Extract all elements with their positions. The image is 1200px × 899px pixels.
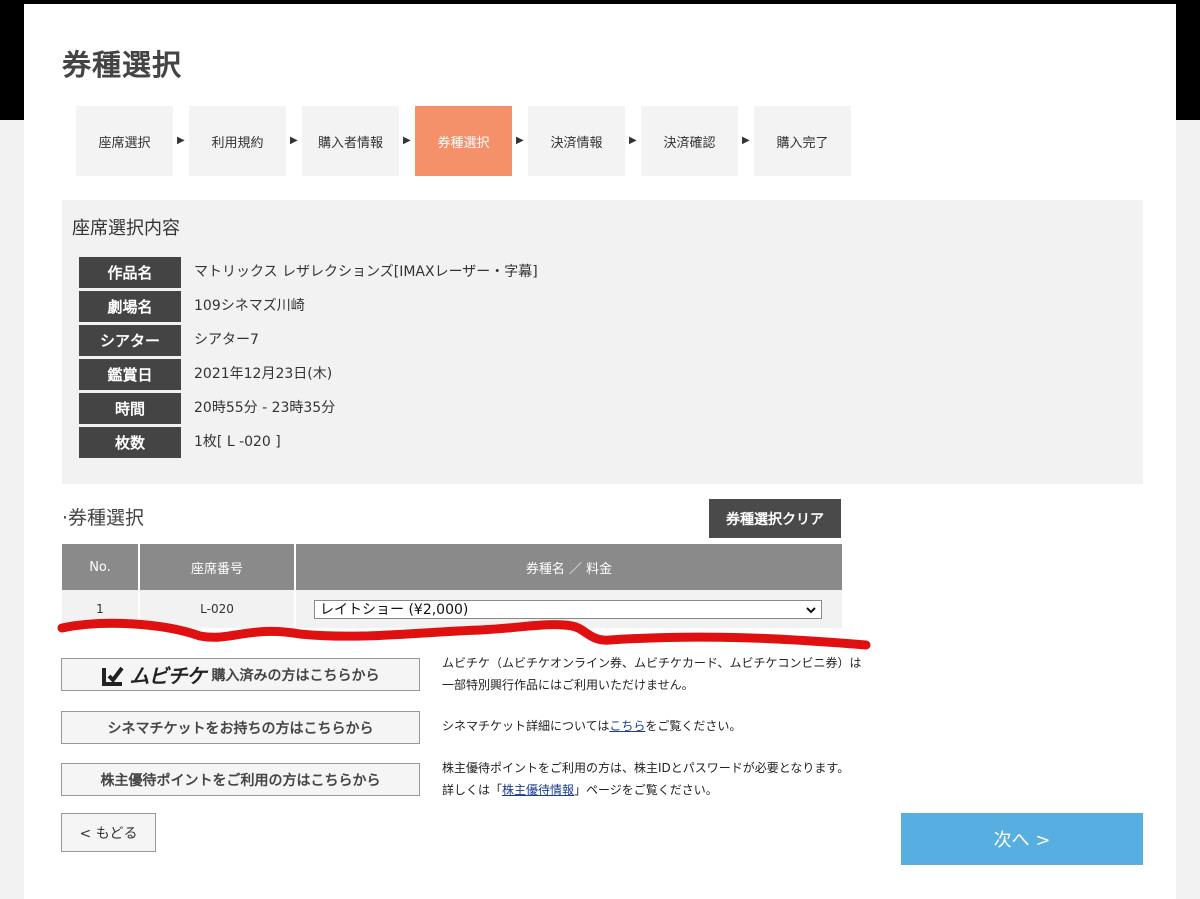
header-no: No. — [89, 559, 111, 575]
step-purchaser-info: 購入者情報 — [302, 106, 399, 176]
shareholder-note: 株主優待ポイントをご利用の方は、株主IDとパスワードが必要となります。 詳しくは… — [442, 761, 850, 797]
summary-label: 時間 — [79, 393, 181, 424]
progress-steps: 座席選択 ▶ 利用規約 ▶ 購入者情報 ▶ 券種選択 ▶ 決済情報 ▶ 決済確認… — [76, 106, 856, 176]
step-arrow-icon: ▶ — [629, 135, 637, 146]
row-seat: L-020 — [200, 602, 234, 616]
next-button[interactable]: 次へ > — [901, 813, 1143, 865]
chevron-down-icon — [805, 601, 817, 626]
step-payment-confirm: 決済確認 — [641, 106, 738, 176]
summary-value: 2021年12月23日(木) — [194, 366, 333, 382]
shareholder-info-link[interactable]: 株主優待情報 — [502, 783, 574, 797]
summary-value: 109シネマズ川崎 — [194, 298, 305, 314]
summary-label: シアター — [79, 325, 181, 356]
step-arrow-icon: ▶ — [177, 135, 185, 146]
seat-selection-summary: 座席選択内容 作品名 マトリックス レザレクションズ[IMAXレーザー・字幕] … — [62, 200, 1143, 484]
cinema-ticket-note: シネマチケット詳細についてはこちらをご覧ください。 — [442, 719, 742, 733]
summary-label: 作品名 — [79, 257, 181, 288]
summary-value: 1枚[ L -020 ] — [194, 434, 281, 450]
ticket-table-header: No. 座席番号 券種名 ／ 料金 — [62, 544, 842, 590]
summary-label: 劇場名 — [79, 291, 181, 322]
step-arrow-icon: ▶ — [516, 135, 524, 146]
table-row: 1 L-020 レイトショー (¥2,000) — [62, 590, 842, 628]
ticket-type-select[interactable]: レイトショー (¥2,000) — [314, 600, 822, 619]
step-arrow-icon: ▶ — [403, 135, 411, 146]
step-terms: 利用規約 — [189, 106, 286, 176]
step-arrow-icon: ▶ — [290, 135, 298, 146]
summary-label: 鑑賞日 — [79, 359, 181, 390]
step-ticket-type: 券種選択 — [415, 106, 512, 176]
page-title: 券種選択 — [62, 48, 183, 82]
cinema-ticket-button[interactable]: シネマチケットをお持ちの方はこちらから — [61, 711, 420, 744]
ticket-section-title: ·券種選択 — [62, 507, 145, 529]
step-arrow-icon: ▶ — [742, 135, 750, 146]
mubichike-note: ムビチケ（ムビチケオンライン券、ムビチケカード、ムビチケコンビニ券）は 一部特別… — [442, 656, 862, 692]
header-ticket-type: 券種名 ／ 料金 — [525, 561, 613, 577]
summary-value: マトリックス レザレクションズ[IMAXレーザー・字幕] — [194, 264, 538, 280]
step-seat-selection: 座席選択 — [76, 106, 173, 176]
mubichike-purchased-button[interactable]: ムビチケ 購入済みの方はこちらから — [61, 658, 420, 691]
step-payment-info: 決済情報 — [528, 106, 625, 176]
summary-value: 20時55分 - 23時35分 — [194, 400, 336, 416]
clear-ticket-selection-button[interactable]: 券種選択クリア — [709, 499, 841, 538]
summary-row-date: 鑑賞日 2021年12月23日(木) — [79, 359, 1079, 390]
summary-title: 座席選択内容 — [72, 218, 180, 239]
header-seat: 座席番号 — [190, 561, 243, 577]
summary-label: 枚数 — [79, 427, 181, 458]
row-no: 1 — [96, 602, 104, 616]
summary-row-time: 時間 20時55分 - 23時35分 — [79, 393, 1079, 424]
summary-row-title: 作品名 マトリックス レザレクションズ[IMAXレーザー・字幕] — [79, 257, 1079, 288]
ticket-type-selected-value: レイトショー (¥2,000) — [320, 602, 469, 618]
cinema-ticket-details-link[interactable]: こちら — [609, 719, 645, 733]
mubichike-logo: ムビチケ — [101, 660, 207, 689]
shareholder-points-button[interactable]: 株主優待ポイントをご利用の方はこちらから — [61, 763, 420, 796]
summary-value: シアター7 — [194, 332, 259, 348]
summary-row-theater: 劇場名 109シネマズ川崎 — [79, 291, 1079, 322]
mubichike-check-icon — [101, 666, 124, 686]
back-button[interactable]: < もどる — [61, 813, 156, 852]
summary-row-screen: シアター シアター7 — [79, 325, 1079, 356]
summary-row-count: 枚数 1枚[ L -020 ] — [79, 427, 1079, 458]
mubichike-button-label: 購入済みの方はこちらから — [211, 667, 380, 684]
step-complete: 購入完了 — [754, 106, 851, 176]
